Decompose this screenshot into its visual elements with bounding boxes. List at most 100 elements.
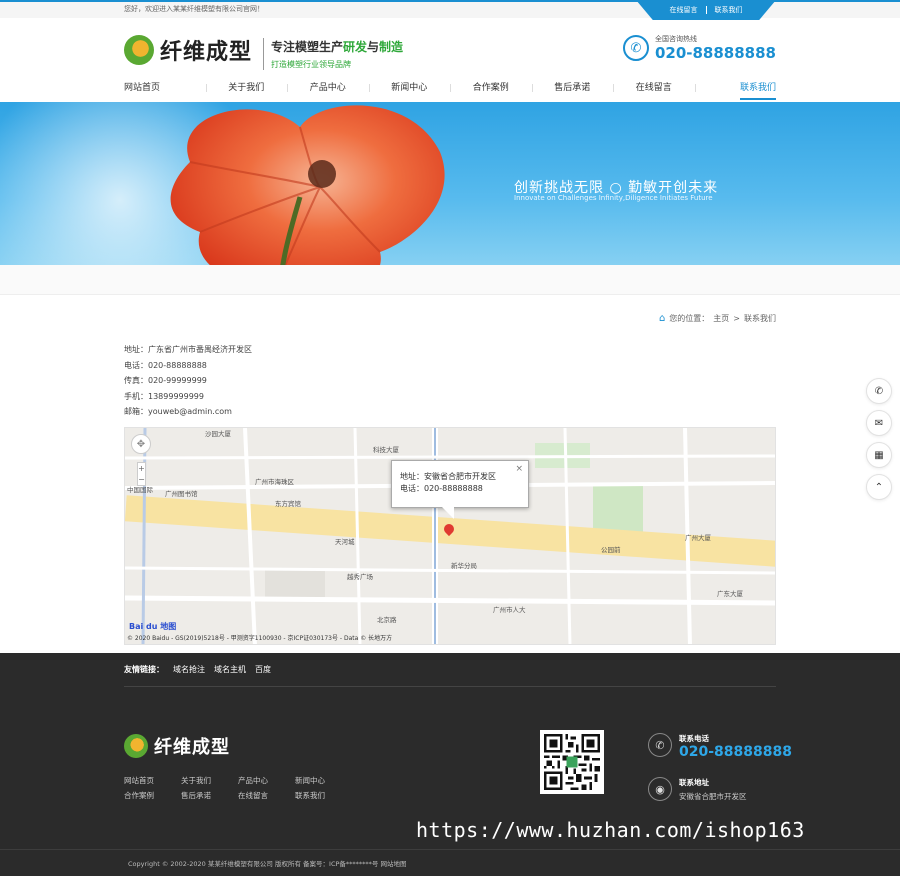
nav-item-contact[interactable]: 联系我们 <box>694 80 776 102</box>
map-label: 新华分局 <box>451 562 477 570</box>
chat-icon[interactable]: ✉ <box>866 410 892 436</box>
logo-text: 纤维成型 <box>160 40 253 65</box>
hotline: ✆ 全国咨询热线 020-88888888 <box>622 34 776 62</box>
map-info-window: × 地址：安徽省合肥市开发区 电话：020-88888888 <box>391 460 529 519</box>
breadcrumb-label: 您的位置： <box>669 314 710 323</box>
header: 纤维成型 专注模塑生产研发与制造 打造模塑行业领导品牌 ✆ 全国咨询热线 020… <box>0 18 900 80</box>
footer-nav-item[interactable]: 联系我们 <box>295 790 352 801</box>
baidu-map[interactable]: 沙园大厦 科技大厦 广州图书馆 广州市海珠区 东方宾馆 越秀广场 天河城 新华分… <box>124 427 776 645</box>
map-label: 广州大厦 <box>685 534 711 542</box>
contact-address: 地址：广东省广州市番禺经济开发区 <box>124 345 252 354</box>
site-logo[interactable]: 纤维成型 <box>124 34 252 66</box>
friend-link[interactable]: 百度 <box>255 664 271 675</box>
map-label: 越秀广场 <box>347 573 373 581</box>
contact-phone: 电话：020-88888888 <box>124 360 207 370</box>
nav-item-cases[interactable]: 合作案例 <box>450 80 532 102</box>
watermark-text: https://www.huzhan.com/ishop163 <box>416 818 805 842</box>
hotline-number: 020-88888888 <box>654 44 776 62</box>
footer-address-label: 联系地址 <box>679 778 709 787</box>
slogan-em-manufacture: 制造 <box>379 40 404 54</box>
arrow-up-icon[interactable]: ⌃ <box>866 474 892 500</box>
nav-item-about[interactable]: 关于我们 <box>205 80 288 102</box>
slogan-em-research: 研发 <box>343 40 368 54</box>
phone-icon: ✆ <box>648 733 672 757</box>
qrcode-image <box>540 730 604 794</box>
banner-subline: Innovate on Challenges Infinity,Diligenc… <box>514 194 713 202</box>
breadcrumb-home[interactable]: 主页 <box>713 313 729 324</box>
popup-phone: 电话：020-88888888 <box>400 484 483 493</box>
contact-email: 邮箱：youweb@admin.com <box>124 407 232 416</box>
hero-banner: 创新挑战无限 ○ 勤敏开创未来 Innovate on Challenges I… <box>0 102 900 265</box>
footer-nav-item[interactable]: 网站首页 <box>124 775 181 786</box>
close-icon[interactable]: × <box>515 463 523 475</box>
map-label: 广东大厦 <box>717 590 743 598</box>
map-label: 广州图书馆 <box>165 490 198 498</box>
footer-bottom-divider <box>0 849 900 850</box>
footer-nav-item[interactable]: 新闻中心 <box>295 775 352 786</box>
friend-link[interactable]: 域名主机 <box>214 664 246 675</box>
contact-mobile: 手机：13899999999 <box>124 391 204 401</box>
footer-nav: 网站首页 关于我们 产品中心 新闻中心 合作案例 售后承诺 在线留言 联系我们 <box>124 775 352 801</box>
poppy-flower-image <box>170 105 445 265</box>
footer-divider <box>124 686 776 687</box>
slogan: 专注模塑生产研发与制造 打造模塑行业领导品牌 <box>263 38 403 70</box>
nav-item-news[interactable]: 新闻中心 <box>368 80 451 102</box>
friend-links-label: 友情链接： <box>124 665 164 674</box>
footer-nav-item[interactable]: 在线留言 <box>238 790 295 801</box>
footer-phone-number: 020-88888888 <box>679 744 792 760</box>
nav-item-message[interactable]: 在线留言 <box>613 80 695 102</box>
main-nav: 网站首页 关于我们 产品中心 新闻中心 合作案例 售后承诺 在线留言 联系我们 <box>0 80 900 102</box>
friend-links: 友情链接： 域名抢注 域名主机 百度 <box>124 664 271 675</box>
welcome-text: 您好，欢迎进入某某纤维模塑有限公司官网！ <box>124 5 264 13</box>
nav-item-service[interactable]: 售后承诺 <box>531 80 614 102</box>
map-zoom-control[interactable]: + − <box>137 462 146 486</box>
footer-nav-item[interactable]: 关于我们 <box>181 775 238 786</box>
contact-info: 地址：广东省广州市番禺经济开发区 电话：020-88888888 传真：020-… <box>124 342 252 420</box>
footer-nav-item[interactable]: 产品中心 <box>238 775 295 786</box>
breadcrumb-current[interactable]: 联系我们 <box>744 313 776 324</box>
sub-band <box>0 265 900 295</box>
breadcrumb-sep: > <box>733 314 740 323</box>
friend-link[interactable]: 域名抢注 <box>173 664 205 675</box>
footer-logo[interactable]: 纤维成型 <box>124 733 230 759</box>
map-label: 天河城 <box>335 538 355 546</box>
home-icon: ⌂ <box>658 313 666 324</box>
top-tab-contact[interactable]: 联系我们 <box>715 5 743 15</box>
footer-address-text: 安徽省合肥市开发区 <box>679 792 747 801</box>
map-label: 北京路 <box>377 616 397 624</box>
hotline-label: 全国咨询热线 <box>654 35 697 43</box>
phone-icon: ✆ <box>622 35 649 61</box>
footer-phone: ✆ 联系电话 020-88888888 <box>648 733 792 760</box>
map-label: 广州市海珠区 <box>255 478 294 486</box>
top-tab-message[interactable]: 在线留言 <box>670 5 698 15</box>
slogan-pre: 专注模塑生产 <box>271 40 344 54</box>
map-copyright: © 2020 Baidu - GS(2019)5218号 - 甲测资字11009… <box>127 635 393 642</box>
footer-nav-item[interactable]: 合作案例 <box>124 790 181 801</box>
map-label: 公园前 <box>601 546 621 554</box>
map-label: 广州市人大 <box>493 606 526 614</box>
phone-icon[interactable]: ✆ <box>866 378 892 404</box>
leaf-logo-icon <box>124 734 148 758</box>
map-pan-control[interactable]: ✥ <box>131 434 151 454</box>
baidu-logo: Bai du 地图 <box>129 622 177 631</box>
nav-item-products[interactable]: 产品中心 <box>287 80 369 102</box>
slogan-sub: 打造模塑行业领导品牌 <box>271 60 351 69</box>
qrcode-icon[interactable]: ▦ <box>866 442 892 468</box>
map-label: 科技大厦 <box>373 446 399 454</box>
footer-address: ◉ 联系地址 安徽省合肥市开发区 <box>648 777 747 802</box>
top-tabs: 在线留言 联系我们 <box>636 0 776 20</box>
popup-address: 地址：安徽省合肥市开发区 <box>400 472 496 481</box>
footer-nav-item[interactable]: 售后承诺 <box>181 790 238 801</box>
slogan-main: 专注模塑生产研发与制造 <box>271 38 403 55</box>
breadcrumb: ⌂ 您的位置： 主页 > 联系我们 <box>659 313 776 324</box>
footer: 友情链接： 域名抢注 域名主机 百度 纤维成型 网站首页 关于我们 产品中心 新… <box>0 653 900 876</box>
footer-logo-text: 纤维成型 <box>154 737 230 758</box>
map-label: 东方宾馆 <box>275 500 301 508</box>
top-tab-divider <box>705 6 707 14</box>
top-bar: 您好，欢迎进入某某纤维模塑有限公司官网！ 在线留言 联系我们 <box>0 0 900 20</box>
floating-sidebar: ✆ ✉ ▦ ⌃ <box>866 378 892 500</box>
slogan-mid: 与 <box>367 40 380 54</box>
nav-item-home[interactable]: 网站首页 <box>124 80 206 102</box>
footer-phone-label: 联系电话 <box>679 734 709 743</box>
leaf-logo-icon <box>124 35 154 65</box>
